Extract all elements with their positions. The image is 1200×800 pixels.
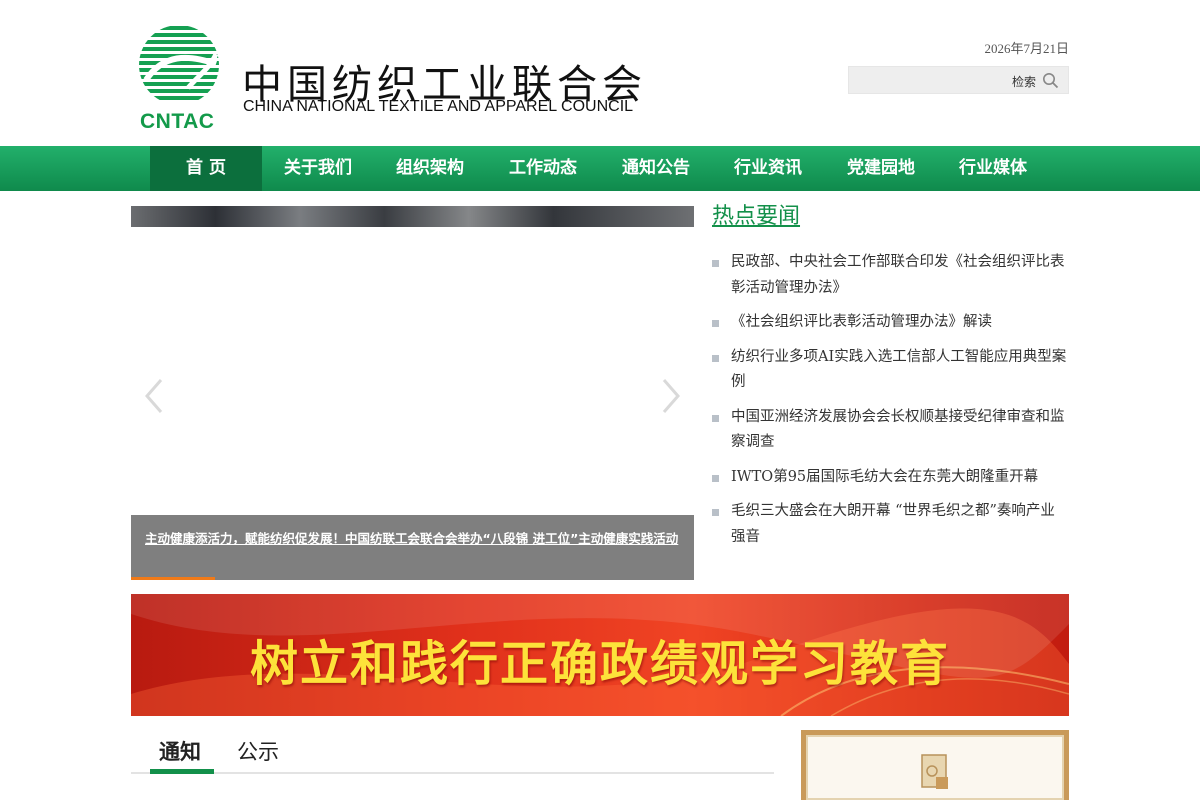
- list-item[interactable]: 毛织三大盛会在大朗开幕 “世界毛织之都”奏响产业强音: [712, 499, 1069, 550]
- bullet-icon: [712, 414, 719, 422]
- chevron-left-icon[interactable]: [141, 376, 167, 416]
- tab-public[interactable]: 公示: [237, 736, 279, 766]
- campaign-banner[interactable]: 树立和践行正确政绩观学习教育: [131, 594, 1069, 716]
- news-link[interactable]: 中国亚洲经济发展协会会长权顺基接受纪律审查和监察调查: [731, 409, 1065, 451]
- bullet-icon: [712, 260, 719, 267]
- bullet-icon: [712, 474, 719, 482]
- nav-item-industry-news[interactable]: 行业资讯: [712, 146, 824, 191]
- news-carousel[interactable]: 主动健康添活力，赋能纺织促发展！中国纺联工会联合会举办“八段锦 进工位”主动健康…: [131, 206, 694, 580]
- news-link[interactable]: 民政部、中央社会工作部联合印发《社会组织评比表彰活动管理办法》: [731, 254, 1065, 296]
- hot-news-list: 民政部、中央社会工作部联合印发《社会组织评比表彰活动管理办法》 《社会组织评比表…: [712, 250, 1069, 550]
- hot-news-panel: 热点要闻 民政部、中央社会工作部联合印发《社会组织评比表彰活动管理办法》 《社会…: [712, 198, 1069, 559]
- news-link[interactable]: 《社会组织评比表彰活动管理办法》解读: [731, 314, 992, 330]
- bullet-icon: [712, 509, 719, 516]
- hot-news-title[interactable]: 热点要闻: [712, 198, 1069, 230]
- certificate-thumbnail[interactable]: [801, 730, 1069, 800]
- org-name-english[interactable]: CHINA NATIONAL TEXTILE AND APPAREL COUNC…: [243, 98, 633, 116]
- nav-item-party-building[interactable]: 党建园地: [825, 146, 937, 191]
- active-tab-indicator: [150, 769, 214, 774]
- list-item[interactable]: 《社会组织评比表彰活动管理办法》解读: [712, 310, 1069, 336]
- nav-item-home[interactable]: 首 页: [150, 146, 262, 191]
- document-icon: [921, 754, 948, 789]
- list-item[interactable]: 民政部、中央社会工作部联合印发《社会组织评比表彰活动管理办法》: [712, 250, 1069, 301]
- search-label[interactable]: 检索: [1012, 73, 1036, 90]
- news-link[interactable]: 毛织三大盛会在大朗开幕 “世界毛织之都”奏响产业强音: [731, 503, 1055, 545]
- list-item[interactable]: IWTO第95届国际毛纺大会在东莞大朗隆重开幕: [712, 465, 1069, 491]
- notice-tabs: 通知 公示: [131, 728, 774, 774]
- list-item[interactable]: 纺织行业多项AI实践入选工信部人工智能应用典型案例: [712, 345, 1069, 396]
- nav-item-work-news[interactable]: 工作动态: [487, 146, 599, 191]
- site-header: CNTAC 中国纺织工业联合会 CHINA NATIONAL TEXTILE A…: [0, 0, 1200, 146]
- certificate-frame: [806, 735, 1064, 800]
- search-icon[interactable]: [1042, 72, 1059, 89]
- carousel-image[interactable]: [131, 206, 694, 227]
- nav-item-media[interactable]: 行业媒体: [937, 146, 1049, 191]
- news-link[interactable]: IWTO第95届国际毛纺大会在东莞大朗隆重开幕: [731, 469, 1038, 485]
- news-link[interactable]: 纺织行业多项AI实践入选工信部人工智能应用典型案例: [731, 349, 1066, 391]
- list-item[interactable]: 中国亚洲经济发展协会会长权顺基接受纪律审查和监察调查: [712, 405, 1069, 456]
- nav-item-organization[interactable]: 组织架构: [374, 146, 486, 191]
- carousel-caption-link[interactable]: 主动健康添活力，赋能纺织促发展！中国纺联工会联合会举办“八段锦 进工位”主动健康…: [145, 529, 680, 549]
- carousel-caption-bar: 主动健康添活力，赋能纺织促发展！中国纺联工会联合会举办“八段锦 进工位”主动健康…: [131, 515, 694, 580]
- search-box[interactable]: 检索: [848, 66, 1069, 94]
- bullet-icon: [712, 320, 719, 327]
- tab-notice[interactable]: 通知: [159, 736, 201, 766]
- banner-headline[interactable]: 树立和践行正确政绩观学习教育: [131, 624, 1069, 694]
- chevron-right-icon[interactable]: [658, 376, 684, 416]
- carousel-progress-bar: [131, 577, 215, 580]
- nav-item-notices[interactable]: 通知公告: [600, 146, 712, 191]
- logo-abbreviation[interactable]: CNTAC: [140, 110, 214, 134]
- current-date: 2026年7月21日: [984, 41, 1069, 56]
- bullet-icon: [712, 354, 719, 362]
- main-nav: 首 页 关于我们 组织架构 工作动态 通知公告 行业资讯 党建园地 行业媒体: [0, 146, 1200, 191]
- cntac-logo-icon[interactable]: [138, 24, 220, 106]
- nav-item-about[interactable]: 关于我们: [262, 146, 374, 191]
